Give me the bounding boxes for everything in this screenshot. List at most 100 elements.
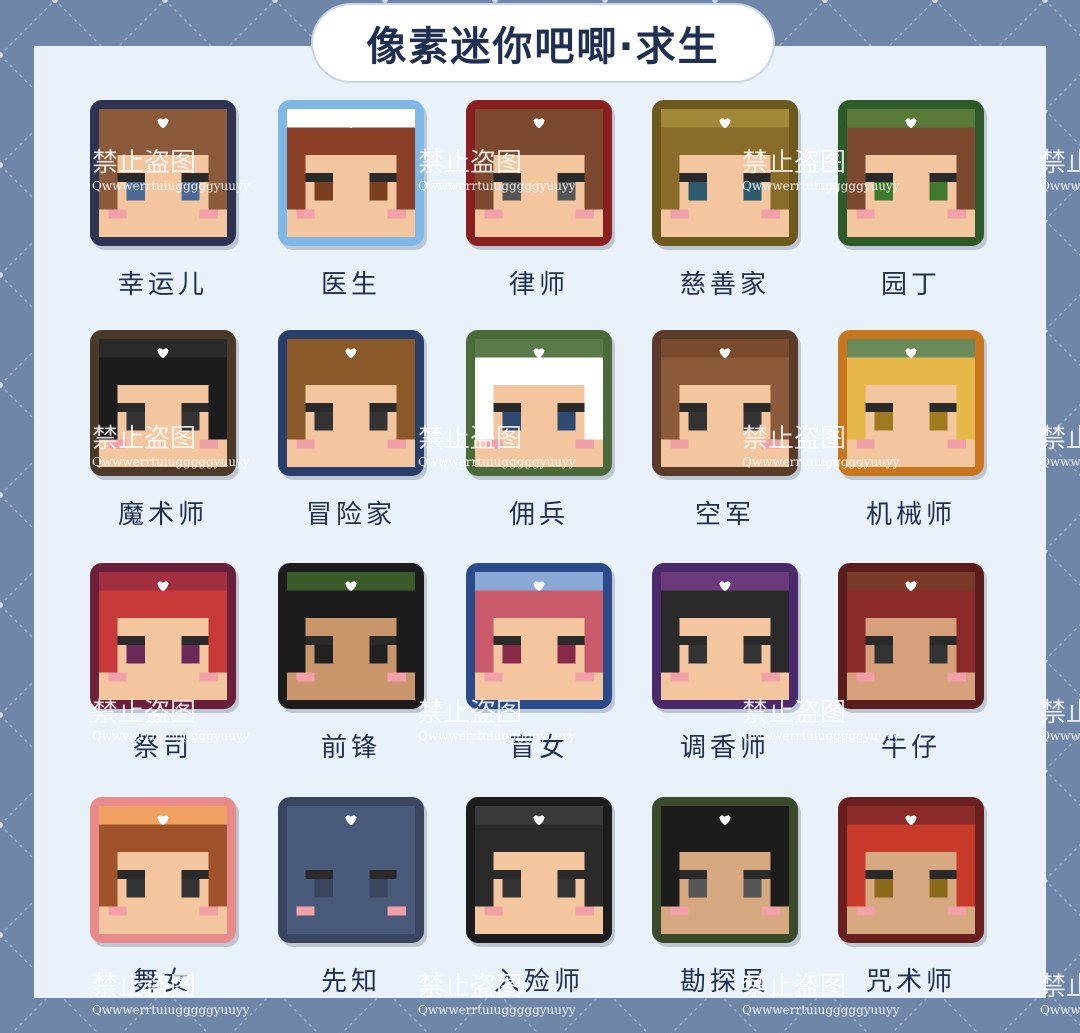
character-card: 先知 — [278, 797, 424, 998]
character-avatar — [278, 797, 424, 943]
character-avatar — [90, 563, 236, 709]
character-avatar — [278, 100, 424, 246]
avatar-eye-right — [369, 182, 388, 201]
character-card: 机械师 — [838, 330, 984, 531]
character-avatar — [466, 797, 612, 943]
character-name: 舞女 — [132, 967, 193, 997]
avatar-eye-left — [688, 412, 707, 431]
avatar-side-hair-right — [956, 842, 975, 907]
avatar-side-hair-left — [475, 608, 494, 673]
character-name: 医生 — [320, 270, 381, 300]
avatar-side-hair-left — [661, 375, 680, 440]
avatar-eye-left — [874, 412, 893, 431]
avatar-eye-left — [126, 645, 145, 664]
avatar-side-hair-left — [661, 145, 680, 210]
avatar-eye-right — [557, 879, 576, 898]
avatar-eye-right — [743, 182, 762, 201]
avatar-eye-right — [181, 412, 200, 431]
avatar-side-hair-left — [661, 842, 680, 907]
avatar-eye-left — [314, 182, 333, 201]
character-name: 调香师 — [679, 733, 770, 763]
character-name: 律师 — [508, 270, 569, 300]
avatar-eye-right — [929, 182, 948, 201]
avatar-eye-left — [688, 182, 707, 201]
character-avatar — [652, 330, 798, 476]
avatar-eye-right — [557, 412, 576, 431]
character-card: 盲女 — [466, 563, 612, 764]
avatar-side-hair-left — [99, 375, 118, 440]
character-card: 空军 — [652, 330, 798, 531]
character-avatar — [466, 330, 612, 476]
avatar-eye-left — [314, 412, 333, 431]
character-card: 园丁 — [838, 100, 984, 301]
avatar-side-hair-left — [99, 145, 118, 210]
avatar-eye-right — [557, 645, 576, 664]
character-card: 魔术师 — [90, 330, 236, 531]
avatar-eye-left — [314, 879, 333, 898]
character-card: 咒术师 — [838, 797, 984, 998]
avatar-eye-right — [929, 645, 948, 664]
page-title: 像素迷你吧唧·求生 — [366, 24, 720, 70]
avatar-eye-right — [929, 879, 948, 898]
avatar-eye-right — [181, 879, 200, 898]
character-avatar — [652, 100, 798, 246]
avatar-side-hair-right — [208, 145, 227, 210]
character-avatar — [466, 563, 612, 709]
character-avatar — [90, 797, 236, 943]
character-card: 医生 — [278, 100, 424, 301]
character-card: 调香师 — [652, 563, 798, 764]
avatar-side-hair-right — [396, 375, 415, 440]
avatar-side-hair-left — [99, 842, 118, 907]
character-card: 幸运儿 — [90, 100, 236, 301]
avatar-side-hair-right — [770, 375, 789, 440]
avatar-side-hair-left — [287, 375, 306, 440]
avatar-eye-right — [369, 645, 388, 664]
avatar-side-hair-right — [396, 145, 415, 210]
avatar-side-hair-left — [475, 375, 494, 440]
avatar-side-hair-left — [847, 842, 866, 907]
avatar-eye-left — [126, 182, 145, 201]
avatar-side-hair-left — [847, 145, 866, 210]
avatar-eye-right — [181, 645, 200, 664]
avatar-eye-left — [874, 645, 893, 664]
avatar-side-hair-right — [584, 608, 603, 673]
character-grid: 幸运儿 医生 律师 慈善家 园丁 魔术师 冒险家 佣兵 空军 机械师 祭司 前锋 盲女 调香师 牛仔 舞女 先知… — [84, 100, 1004, 1000]
character-name: 魔术师 — [117, 500, 208, 530]
avatar-eye-left — [502, 645, 521, 664]
character-avatar — [278, 563, 424, 709]
character-card: 舞女 — [90, 797, 236, 998]
avatar-side-hair-left — [475, 842, 494, 907]
character-name: 机械师 — [865, 500, 956, 530]
avatar-side-hair-left — [661, 608, 680, 673]
avatar-eye-right — [743, 412, 762, 431]
avatar-eye-right — [369, 412, 388, 431]
character-avatar — [90, 330, 236, 476]
avatar-side-hair-right — [584, 145, 603, 210]
character-name: 幸运儿 — [117, 270, 208, 300]
avatar-side-hair-left — [99, 608, 118, 673]
avatar-eye-left — [688, 879, 707, 898]
character-card: 冒险家 — [278, 330, 424, 531]
avatar-side-hair-left — [287, 608, 306, 673]
avatar-eye-left — [126, 879, 145, 898]
avatar-eye-right — [369, 879, 388, 898]
character-avatar — [278, 330, 424, 476]
avatar-side-hair-right — [396, 842, 415, 907]
avatar-eye-right — [557, 182, 576, 201]
avatar-side-hair-right — [584, 375, 603, 440]
character-card: 律师 — [466, 100, 612, 301]
character-name: 祭司 — [132, 733, 193, 763]
avatar-side-hair-left — [847, 375, 866, 440]
title-banner: 像素迷你吧唧·求生 — [318, 10, 768, 76]
character-card: 入殓师 — [466, 797, 612, 998]
character-name: 咒术师 — [865, 967, 956, 997]
avatar-side-hair-left — [475, 145, 494, 210]
character-card: 祭司 — [90, 563, 236, 764]
avatar-eye-left — [502, 412, 521, 431]
avatar-side-hair-right — [770, 842, 789, 907]
avatar-side-hair-right — [396, 608, 415, 673]
avatar-eye-left — [874, 879, 893, 898]
character-name: 牛仔 — [880, 733, 941, 763]
avatar-eye-left — [502, 879, 521, 898]
character-name: 前锋 — [320, 733, 381, 763]
